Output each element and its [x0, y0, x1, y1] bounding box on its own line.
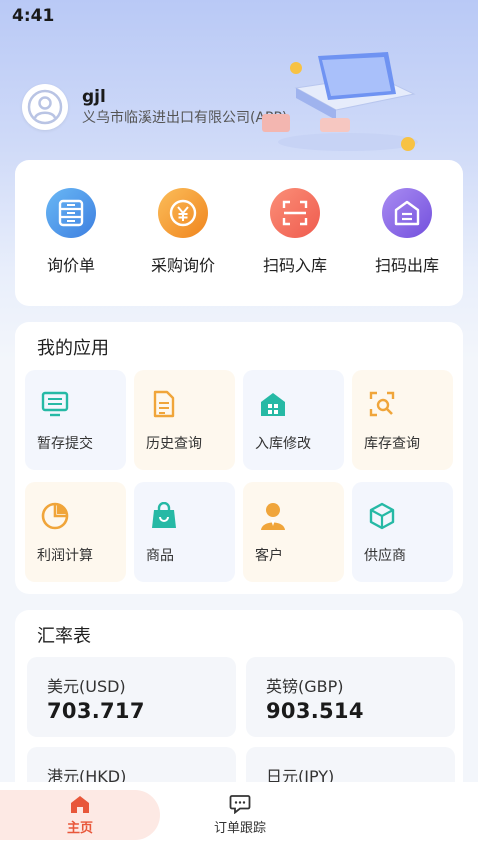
app-stock-in-edit[interactable]: 入库修改	[243, 370, 344, 470]
document-icon	[148, 388, 180, 420]
rate-usd[interactable]: 美元(USD) 703.717	[27, 657, 236, 737]
app-label: 商品	[146, 548, 174, 564]
scan-search-icon	[366, 388, 398, 420]
user-icon	[27, 89, 63, 125]
app-products[interactable]: 商品	[134, 482, 235, 582]
chat-icon	[229, 795, 251, 814]
tab-home[interactable]: 主页	[0, 790, 160, 840]
status-time: 4:41	[12, 6, 55, 26]
laptop-illustration	[262, 52, 418, 151]
quick-action-scan-out[interactable]: 扫码出库	[351, 160, 463, 306]
app-suppliers[interactable]: 供应商	[352, 482, 453, 582]
app-profit-calc[interactable]: 利润计算	[25, 482, 126, 582]
app-label: 客户	[255, 548, 283, 564]
scan-icon	[270, 188, 320, 238]
rate-value: 703.717	[47, 699, 145, 723]
app-label: 供应商	[364, 548, 406, 564]
person-icon	[257, 500, 289, 532]
section-title: 汇率表	[37, 626, 91, 647]
cube-icon	[366, 500, 398, 532]
pie-chart-icon	[39, 500, 71, 532]
section-title: 我的应用	[37, 338, 109, 359]
quick-action-label: 扫码入库	[262, 256, 327, 275]
app-temp-submit[interactable]: 暂存提交	[25, 370, 126, 470]
yen-icon	[158, 188, 208, 238]
app-label: 利润计算	[37, 548, 93, 564]
quick-action-label: 采购询价	[150, 256, 215, 275]
monitor-icon	[39, 388, 71, 420]
tab-label: 主页	[66, 821, 93, 836]
rate-currency: 美元(USD)	[47, 677, 126, 696]
quick-action-purchase-inquiry[interactable]: 采购询价	[127, 160, 239, 306]
rate-gbp[interactable]: 英镑(GBP) 903.514	[246, 657, 455, 737]
app-customers[interactable]: 客户	[243, 482, 344, 582]
rate-currency: 英镑(GBP)	[266, 677, 344, 696]
quick-action-inquiry[interactable]: 询价单	[15, 160, 127, 306]
tab-label: 订单跟踪	[213, 821, 266, 836]
app-label: 暂存提交	[37, 436, 93, 452]
inquiry-icon	[46, 188, 96, 238]
quick-action-label: 询价单	[46, 256, 95, 275]
app-label: 历史查询	[146, 436, 202, 452]
exchange-rate-card: 汇率表 美元(USD) 703.717 英镑(GBP) 903.514 港元(H…	[15, 610, 463, 800]
shopping-bag-icon	[148, 500, 180, 532]
app-label: 入库修改	[255, 436, 311, 452]
app-inventory-query[interactable]: 库存查询	[352, 370, 453, 470]
warehouse-icon	[382, 188, 432, 238]
avatar[interactable]	[22, 84, 68, 130]
my-apps-card: 我的应用 暂存提交 历史查询 入库修改 库存查询 利润计算 商品 客户 供应商	[15, 322, 463, 594]
app-history-query[interactable]: 历史查询	[134, 370, 235, 470]
home-icon	[71, 796, 89, 813]
quick-actions-card: 询价单 采购询价 扫码入库 扫码出库	[15, 160, 463, 306]
house-icon	[257, 388, 289, 420]
user-profile[interactable]: gjl 义乌市临溪进出口有限公司(APP)	[22, 84, 287, 130]
app-label: 库存查询	[364, 436, 420, 452]
tab-order-tracking[interactable]: 订单跟踪	[160, 790, 320, 840]
bottom-tab-bar: 主页 订单跟踪	[0, 782, 478, 850]
quick-action-scan-in[interactable]: 扫码入库	[239, 160, 351, 306]
rate-value: 903.514	[266, 699, 364, 723]
quick-action-label: 扫码出库	[374, 256, 439, 275]
